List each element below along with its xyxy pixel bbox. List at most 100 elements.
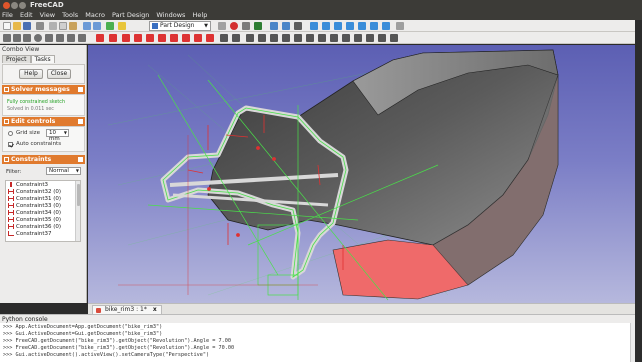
edit-controls-header[interactable]: Edit controls [2, 117, 85, 126]
angle-icon[interactable] [354, 34, 362, 42]
close-button[interactable]: Close [47, 69, 71, 79]
stop-macro-icon[interactable] [230, 22, 238, 30]
menu-tools[interactable]: Tools [62, 11, 78, 20]
toggle-constraint-icon[interactable] [390, 34, 398, 42]
print-icon[interactable] [36, 22, 44, 30]
rear-view-icon[interactable] [358, 22, 366, 30]
refresh-icon[interactable] [106, 22, 114, 30]
construction-mode-icon[interactable] [170, 34, 178, 42]
top-view-icon[interactable] [334, 22, 342, 30]
lock-icon[interactable] [294, 34, 302, 42]
line-icon[interactable] [13, 34, 21, 42]
menu-view[interactable]: View [40, 11, 55, 20]
maximize-window-button[interactable] [19, 2, 26, 9]
paste-icon[interactable] [69, 22, 77, 30]
circle-icon[interactable] [34, 34, 42, 42]
equal-icon[interactable] [270, 34, 278, 42]
front-view-icon[interactable] [322, 22, 330, 30]
list-item[interactable]: Constraint34 (0) [8, 210, 61, 216]
menu-part-design[interactable]: Part Design [112, 11, 149, 20]
horizontal-icon[interactable] [220, 34, 228, 42]
close-window-button[interactable] [3, 2, 10, 9]
list-item[interactable]: Constraint31 (0) [8, 196, 61, 202]
menu-windows[interactable]: Windows [156, 11, 185, 20]
constraint-list-scrollbar[interactable] [75, 181, 80, 241]
snell-icon[interactable] [366, 34, 374, 42]
python-console[interactable]: >>> App.ActiveDocument=App.getDocument("… [0, 323, 635, 362]
tangent-icon[interactable] [258, 34, 266, 42]
tab-tasks[interactable]: Tasks [30, 55, 55, 63]
menu-help[interactable]: Help [193, 11, 208, 20]
execute-macro-icon[interactable] [254, 22, 262, 30]
record-macro-icon[interactable] [218, 22, 226, 30]
right-view-icon[interactable] [346, 22, 354, 30]
list-item[interactable]: Constraint3 [8, 182, 48, 188]
slot-icon[interactable] [109, 34, 117, 42]
menu-file[interactable]: File [2, 11, 13, 20]
distance-icon[interactable] [330, 34, 338, 42]
list-item[interactable]: Constraint37 [8, 231, 52, 237]
tab-project[interactable]: Project [2, 55, 31, 63]
measure-icon[interactable] [396, 22, 404, 30]
trim-icon[interactable] [134, 34, 142, 42]
save-icon[interactable] [23, 22, 31, 30]
collapse-icon[interactable] [78, 87, 83, 92]
radius-icon[interactable] [342, 34, 350, 42]
grid-size-select[interactable]: 10 mm ▼ [46, 129, 69, 142]
fit-selection-icon[interactable] [282, 22, 290, 30]
copy-icon[interactable] [59, 22, 67, 30]
polyline-icon[interactable] [67, 34, 75, 42]
list-item[interactable]: Constraint32 (0) [8, 189, 61, 195]
whats-this-icon[interactable] [118, 22, 126, 30]
fillet-icon[interactable] [122, 34, 130, 42]
bottom-view-icon[interactable] [370, 22, 378, 30]
minimize-window-button[interactable] [11, 2, 18, 9]
conic-icon[interactable] [45, 34, 53, 42]
3d-scene[interactable] [88, 45, 635, 303]
left-view-icon[interactable] [382, 22, 390, 30]
workbench-selector[interactable]: Part Design ▼ [149, 21, 211, 31]
constraint-list[interactable]: Constraint3 Constraint32 (0) Constraint3… [5, 180, 81, 242]
draw-style-icon[interactable] [294, 22, 302, 30]
scrollbar-thumb[interactable] [77, 184, 80, 206]
undo-icon[interactable] [83, 22, 91, 30]
point-on-object-icon[interactable] [194, 34, 202, 42]
menu-macro[interactable]: Macro [85, 11, 105, 20]
document-tab-bike-rim3[interactable]: bike_rim3 : 1* x [92, 305, 162, 314]
macros-icon[interactable] [242, 22, 250, 30]
new-icon[interactable] [3, 22, 11, 30]
open-icon[interactable] [13, 22, 21, 30]
3d-viewport[interactable] [88, 45, 635, 303]
fit-all-icon[interactable] [270, 22, 278, 30]
grid-size-toggle[interactable] [8, 131, 13, 136]
axonometric-icon[interactable] [310, 22, 318, 30]
carbon-copy-icon[interactable] [158, 34, 166, 42]
collapse-icon[interactable] [78, 157, 83, 162]
filter-select[interactable]: Normal ▼ [46, 167, 81, 175]
coincident-icon[interactable] [182, 34, 190, 42]
cut-icon[interactable] [49, 22, 57, 30]
vertical-icon[interactable] [206, 34, 214, 42]
list-item[interactable]: Constraint36 (0) [8, 224, 61, 230]
redo-icon[interactable] [93, 22, 101, 30]
distance-y-icon[interactable] [318, 34, 326, 42]
collapse-icon[interactable] [78, 119, 83, 124]
distance-x-icon[interactable] [306, 34, 314, 42]
list-item[interactable]: Constraint33 (0) [8, 203, 61, 209]
internal-alignment-icon[interactable] [378, 34, 386, 42]
point-icon[interactable] [3, 34, 11, 42]
list-item[interactable]: Constraint35 (0) [8, 217, 61, 223]
auto-constraints-checkbox[interactable] [8, 142, 13, 147]
polygon-icon[interactable] [96, 34, 104, 42]
symmetric-icon[interactable] [282, 34, 290, 42]
close-tab-icon[interactable]: x [153, 306, 157, 313]
console-scrollbar[interactable] [630, 323, 635, 362]
bspline-icon[interactable] [56, 34, 64, 42]
arc-icon[interactable] [23, 34, 31, 42]
external-geometry-icon[interactable] [146, 34, 154, 42]
menu-edit[interactable]: Edit [20, 11, 33, 20]
parallel-icon[interactable] [232, 34, 240, 42]
constraints-header[interactable]: Constraints [2, 155, 85, 164]
solver-messages-header[interactable]: Solver messages [2, 85, 85, 94]
rectangle-icon[interactable] [78, 34, 86, 42]
